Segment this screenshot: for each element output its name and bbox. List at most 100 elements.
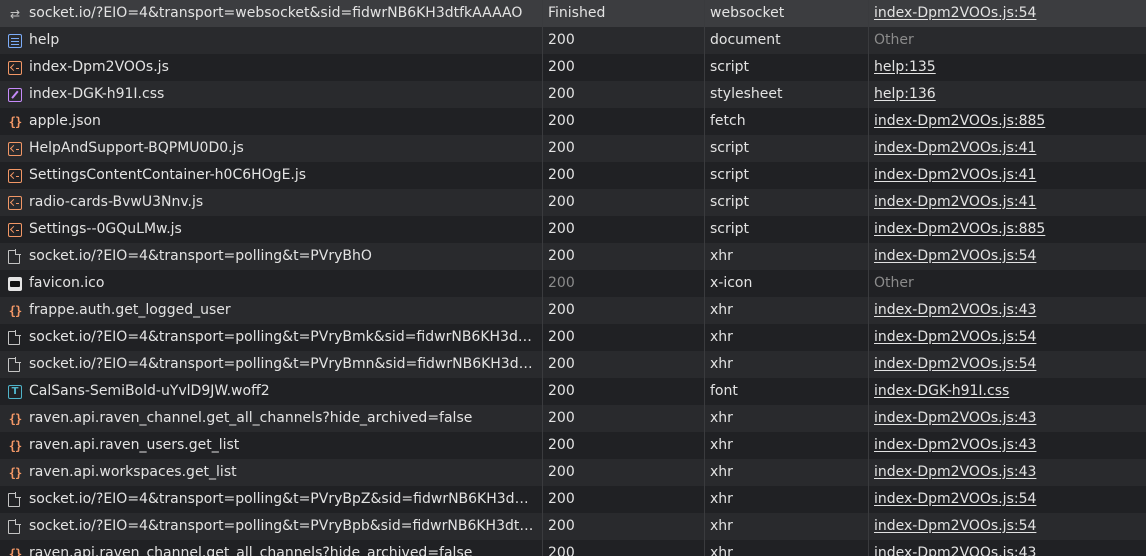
request-row[interactable]: Settings--0GQuLMw.js 200 script index-Dpm2V… — [0, 216, 1146, 243]
request-initiator-cell[interactable]: index-Dpm2VOOs.js:54 — [869, 351, 1146, 378]
request-row[interactable]: socket.io/?EIO=4&transport=polling&t=PVr… — [0, 486, 1146, 513]
request-row[interactable]: {} raven.api.raven_users.get_list 200 xhr in… — [0, 432, 1146, 459]
request-row[interactable]: socket.io/?EIO=4&transport=polling&t=PVr… — [0, 513, 1146, 540]
request-initiator-cell[interactable]: index-Dpm2VOOs.js:54 — [869, 486, 1146, 513]
initiator-link[interactable]: index-Dpm2VOOs.js:43 — [874, 410, 1036, 426]
request-name-cell[interactable]: {} raven.api.raven_users.get_list — [0, 432, 543, 459]
request-initiator-cell[interactable]: index-Dpm2VOOs.js:43 — [869, 432, 1146, 459]
request-row[interactable]: index-DGK-h91I.css 200 stylesheet help:136 — [0, 81, 1146, 108]
request-name-cell[interactable]: HelpAndSupport-BQPMU0D0.js — [0, 135, 543, 162]
request-name-cell[interactable]: {} frappe.auth.get_logged_user — [0, 297, 543, 324]
network-request-table: ⇄ socket.io/?EIO=4&transport=websocket&si… — [0, 0, 1146, 556]
request-row[interactable]: {} raven.api.workspaces.get_list 200 xhr ind… — [0, 459, 1146, 486]
request-row[interactable]: SettingsContentContainer-h0C6HOgE.js 200 s… — [0, 162, 1146, 189]
request-initiator-cell[interactable]: index-Dpm2VOOs.js:41 — [869, 162, 1146, 189]
request-row[interactable]: {} raven.api.raven_channel.get_all_channe… — [0, 540, 1146, 556]
request-name-cell[interactable]: socket.io/?EIO=4&transport=polling&t=PVr… — [0, 243, 543, 270]
initiator-link[interactable]: index-Dpm2VOOs.js:54 — [874, 248, 1036, 264]
request-initiator-cell[interactable]: index-Dpm2VOOs.js:41 — [869, 189, 1146, 216]
request-name-cell[interactable]: radio-cards-BvwU3Nnv.js — [0, 189, 543, 216]
request-row[interactable]: help 200 document Other — [0, 27, 1146, 54]
request-name-cell[interactable]: index-DGK-h91I.css — [0, 81, 543, 108]
fetch-icon: {} — [8, 465, 22, 480]
request-name-cell[interactable]: {} raven.api.raven_channel.get_all_channe… — [0, 540, 543, 556]
request-row[interactable]: radio-cards-BvwU3Nnv.js 200 script index-Dp… — [0, 189, 1146, 216]
request-name-cell[interactable]: T CalSans-SemiBold-uYvlD9JW.woff2 — [0, 378, 543, 405]
request-name: radio-cards-BvwU3Nnv.js — [29, 194, 204, 210]
request-row[interactable]: T CalSans-SemiBold-uYvlD9JW.woff2 200 font i… — [0, 378, 1146, 405]
request-row[interactable]: index-Dpm2VOOs.js 200 script help:135 — [0, 54, 1146, 81]
request-row[interactable]: ⇄ socket.io/?EIO=4&transport=websocket&si… — [0, 0, 1146, 27]
request-row[interactable]: socket.io/?EIO=4&transport=polling&t=PVr… — [0, 351, 1146, 378]
request-row[interactable]: {} raven.api.raven_channel.get_all_channe… — [0, 405, 1146, 432]
request-initiator-cell[interactable]: help:136 — [869, 81, 1146, 108]
request-initiator-cell: Other — [869, 270, 1146, 297]
initiator-link[interactable]: index-Dpm2VOOs.js:54 — [874, 356, 1036, 372]
request-name: SettingsContentContainer-h0C6HOgE.js — [29, 167, 307, 183]
initiator-link[interactable]: index-Dpm2VOOs.js:54 — [874, 5, 1036, 21]
request-initiator-cell[interactable]: index-Dpm2VOOs.js:43 — [869, 405, 1146, 432]
request-initiator-cell[interactable]: index-Dpm2VOOs.js:54 — [869, 0, 1146, 27]
initiator-link[interactable]: index-Dpm2VOOs.js:54 — [874, 491, 1036, 507]
request-name-cell[interactable]: socket.io/?EIO=4&transport=polling&t=PVr… — [0, 486, 543, 513]
request-name-cell[interactable]: ⇄ socket.io/?EIO=4&transport=websocket&si… — [0, 0, 543, 27]
request-name-cell[interactable]: SettingsContentContainer-h0C6HOgE.js — [0, 162, 543, 189]
request-row[interactable]: favicon.ico 200 x-icon Other — [0, 270, 1146, 297]
request-initiator-cell[interactable]: index-Dpm2VOOs.js:885 — [869, 108, 1146, 135]
request-name-cell[interactable]: {} raven.api.workspaces.get_list — [0, 459, 543, 486]
request-row[interactable]: {} frappe.auth.get_logged_user 200 xhr index… — [0, 297, 1146, 324]
request-initiator-cell[interactable]: index-Dpm2VOOs.js:43 — [869, 540, 1146, 556]
request-status: 200 — [543, 432, 705, 459]
request-type: stylesheet — [705, 81, 869, 108]
initiator-link[interactable]: index-Dpm2VOOs.js:43 — [874, 464, 1036, 480]
request-name: help — [29, 32, 60, 48]
request-type: xhr — [705, 540, 869, 556]
request-row[interactable]: HelpAndSupport-BQPMU0D0.js 200 script index… — [0, 135, 1146, 162]
initiator-link[interactable]: help:135 — [874, 59, 936, 75]
request-initiator-cell[interactable]: index-Dpm2VOOs.js:43 — [869, 459, 1146, 486]
request-initiator-cell[interactable]: index-Dpm2VOOs.js:41 — [869, 135, 1146, 162]
request-name-cell[interactable]: favicon.ico — [0, 270, 543, 297]
initiator-link[interactable]: index-Dpm2VOOs.js:885 — [874, 221, 1045, 237]
request-name-cell[interactable]: index-Dpm2VOOs.js — [0, 54, 543, 81]
request-row[interactable]: socket.io/?EIO=4&transport=polling&t=PVr… — [0, 324, 1146, 351]
request-row[interactable]: socket.io/?EIO=4&transport=polling&t=PVr… — [0, 243, 1146, 270]
request-name-cell[interactable]: socket.io/?EIO=4&transport=polling&t=PVr… — [0, 513, 543, 540]
request-name-cell[interactable]: help — [0, 27, 543, 54]
request-type: script — [705, 189, 869, 216]
fetch-icon: {} — [8, 303, 22, 318]
initiator-link[interactable]: index-Dpm2VOOs.js:43 — [874, 545, 1036, 556]
request-status: Finished — [543, 0, 705, 27]
request-initiator-cell[interactable]: help:135 — [869, 54, 1146, 81]
request-status: 200 — [543, 108, 705, 135]
initiator-link[interactable]: index-Dpm2VOOs.js:41 — [874, 194, 1036, 210]
initiator-link[interactable]: index-Dpm2VOOs.js:41 — [874, 167, 1036, 183]
request-type: xhr — [705, 405, 869, 432]
initiator-link[interactable]: index-Dpm2VOOs.js:54 — [874, 518, 1036, 534]
request-type: xhr — [705, 459, 869, 486]
initiator-link[interactable]: index-DGK-h91I.css — [874, 383, 1009, 399]
request-row[interactable]: {} apple.json 200 fetch index-Dpm2VOOs.js:88… — [0, 108, 1146, 135]
initiator-link[interactable]: index-Dpm2VOOs.js:54 — [874, 329, 1036, 345]
initiator-link[interactable]: index-Dpm2VOOs.js:43 — [874, 437, 1036, 453]
request-status: 200 — [543, 351, 705, 378]
file-icon — [8, 249, 21, 264]
request-name-cell[interactable]: {} raven.api.raven_channel.get_all_channe… — [0, 405, 543, 432]
request-name-cell[interactable]: socket.io/?EIO=4&transport=polling&t=PVr… — [0, 324, 543, 351]
request-type: script — [705, 135, 869, 162]
request-name-cell[interactable]: socket.io/?EIO=4&transport=polling&t=PVr… — [0, 351, 543, 378]
initiator-link[interactable]: index-Dpm2VOOs.js:43 — [874, 302, 1036, 318]
initiator-link[interactable]: help:136 — [874, 86, 936, 102]
initiator-link[interactable]: index-Dpm2VOOs.js:41 — [874, 140, 1036, 156]
request-initiator-cell[interactable]: index-Dpm2VOOs.js:885 — [869, 216, 1146, 243]
request-name: socket.io/?EIO=4&transport=polling&t=PVr… — [29, 491, 542, 507]
request-initiator-cell[interactable]: index-Dpm2VOOs.js:54 — [869, 324, 1146, 351]
request-initiator-cell[interactable]: index-Dpm2VOOs.js:54 — [869, 513, 1146, 540]
initiator-link[interactable]: index-Dpm2VOOs.js:885 — [874, 113, 1045, 129]
request-initiator-cell[interactable]: index-Dpm2VOOs.js:54 — [869, 243, 1146, 270]
request-name-cell[interactable]: {} apple.json — [0, 108, 543, 135]
request-type: xhr — [705, 432, 869, 459]
request-initiator-cell[interactable]: index-Dpm2VOOs.js:43 — [869, 297, 1146, 324]
request-initiator-cell[interactable]: index-DGK-h91I.css — [869, 378, 1146, 405]
request-name-cell[interactable]: Settings--0GQuLMw.js — [0, 216, 543, 243]
